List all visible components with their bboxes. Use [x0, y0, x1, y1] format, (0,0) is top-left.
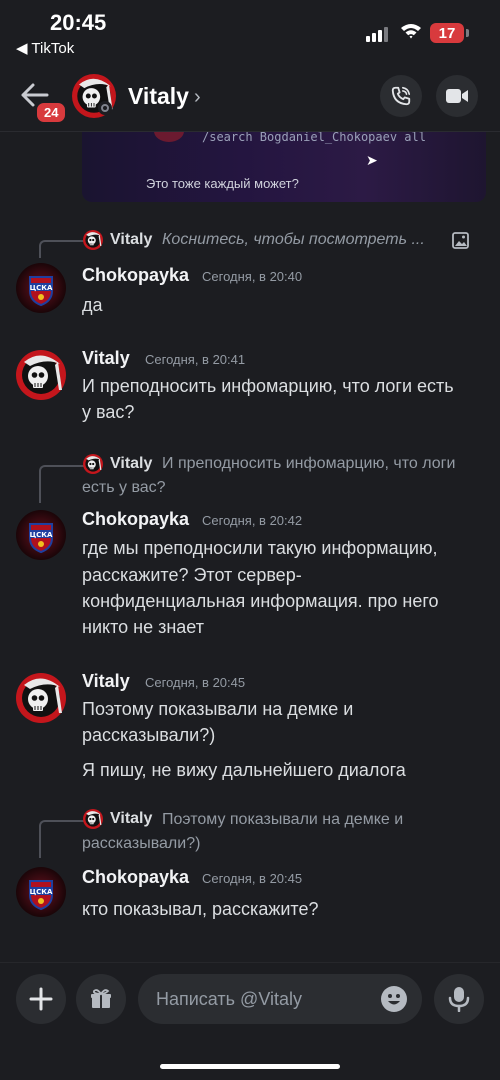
image-attachment[interactable]: /search Bogdaniel_Chokopaev all ➤ Это то…	[82, 132, 486, 202]
microphone-icon	[448, 987, 470, 1012]
message-timestamp: Сегодня, в 20:40	[202, 269, 303, 284]
gift-icon	[91, 989, 111, 1008]
plus-icon	[29, 987, 53, 1011]
avatar[interactable]	[16, 510, 66, 560]
video-call-button[interactable]	[436, 75, 478, 117]
message-author[interactable]: Chokopayka	[82, 265, 189, 286]
message-line: Я пишу, не вижу дальнейшего диалога	[82, 760, 406, 780]
message-line: конфиденциальная информация. про него	[82, 591, 439, 611]
message-author[interactable]: Vitaly	[82, 348, 130, 369]
message-timestamp: Сегодня, в 20:41	[145, 352, 246, 367]
message-line: расскажите? Этот сервер-	[82, 565, 302, 585]
reply-connector	[39, 820, 85, 858]
image-icon	[452, 232, 469, 249]
reply-preview-continued[interactable]: рассказывали?)	[82, 832, 200, 856]
reply-preview[interactable]: Коснитесь, чтобы посмотреть ...	[162, 228, 425, 252]
avatar[interactable]	[16, 673, 66, 723]
message-author[interactable]: Chokopayka	[82, 509, 189, 530]
message-author[interactable]: Vitaly	[82, 671, 130, 692]
gift-button[interactable]	[76, 974, 126, 1024]
battery-tip	[466, 29, 469, 37]
message-input[interactable]: Написать @Vitaly	[138, 974, 422, 1024]
composer-divider	[0, 962, 500, 963]
reply-preview[interactable]: И преподносить инфомарцию, что логи	[162, 452, 455, 476]
back-to-app-link[interactable]: ◀ TikTok	[16, 39, 74, 57]
message-timestamp: Сегодня, в 20:45	[202, 871, 303, 886]
wifi-icon	[401, 24, 421, 39]
home-indicator	[160, 1064, 340, 1069]
message-line: никто не знает	[82, 617, 204, 637]
unread-badge: 24	[34, 100, 69, 125]
avatar[interactable]	[16, 263, 66, 313]
cursor-icon: ➤	[366, 152, 378, 168]
reply-avatar	[83, 454, 103, 474]
avatar[interactable]	[16, 867, 66, 917]
message-line: у вас?	[82, 402, 135, 422]
reply-author[interactable]: Vitaly	[110, 810, 152, 828]
embed-command-text: /search Bogdaniel_Chokopaev all	[202, 132, 426, 144]
offline-status-icon	[98, 101, 112, 115]
message-line: где мы преподносили такую информацию,	[82, 538, 438, 558]
add-attachment-button[interactable]	[16, 974, 66, 1024]
battery-icon: 17	[430, 23, 464, 43]
reply-author[interactable]: Vitaly	[110, 455, 152, 473]
cellular-signal-icon	[366, 26, 392, 42]
message-timestamp: Сегодня, в 20:45	[145, 675, 246, 690]
message-line: Поэтому показывали на демке и	[82, 699, 354, 719]
reply-connector	[39, 465, 85, 503]
reply-avatar	[83, 230, 103, 250]
emoji-icon[interactable]	[380, 985, 408, 1013]
phone-icon	[391, 86, 411, 106]
message-line: да	[82, 295, 103, 315]
message-author[interactable]: Chokopayka	[82, 867, 189, 888]
reply-preview[interactable]: Поэтому показывали на демке и	[162, 808, 403, 832]
status-time: 20:45	[50, 10, 107, 35]
embed-caption: Это тоже каждый может?	[146, 176, 299, 191]
message-line: рассказывали?)	[82, 725, 216, 745]
video-camera-icon	[446, 89, 468, 103]
reply-author[interactable]: Vitaly	[110, 231, 152, 249]
embed-logo	[154, 132, 184, 142]
reply-connector	[39, 240, 85, 258]
voice-message-button[interactable]	[434, 974, 484, 1024]
chevron-right-icon[interactable]: ›	[194, 86, 201, 109]
reply-avatar	[83, 809, 103, 829]
message-line: кто показывал, расскажите?	[82, 899, 319, 919]
reply-preview-continued[interactable]: есть у вас?	[82, 476, 166, 500]
header-username[interactable]: Vitaly	[128, 83, 189, 110]
message-line: И преподносить инфомарцию, что логи есть	[82, 376, 454, 396]
message-input-placeholder: Написать @Vitaly	[156, 989, 303, 1009]
voice-call-button[interactable]	[380, 75, 422, 117]
message-timestamp: Сегодня, в 20:42	[202, 513, 303, 528]
avatar[interactable]	[16, 350, 66, 400]
